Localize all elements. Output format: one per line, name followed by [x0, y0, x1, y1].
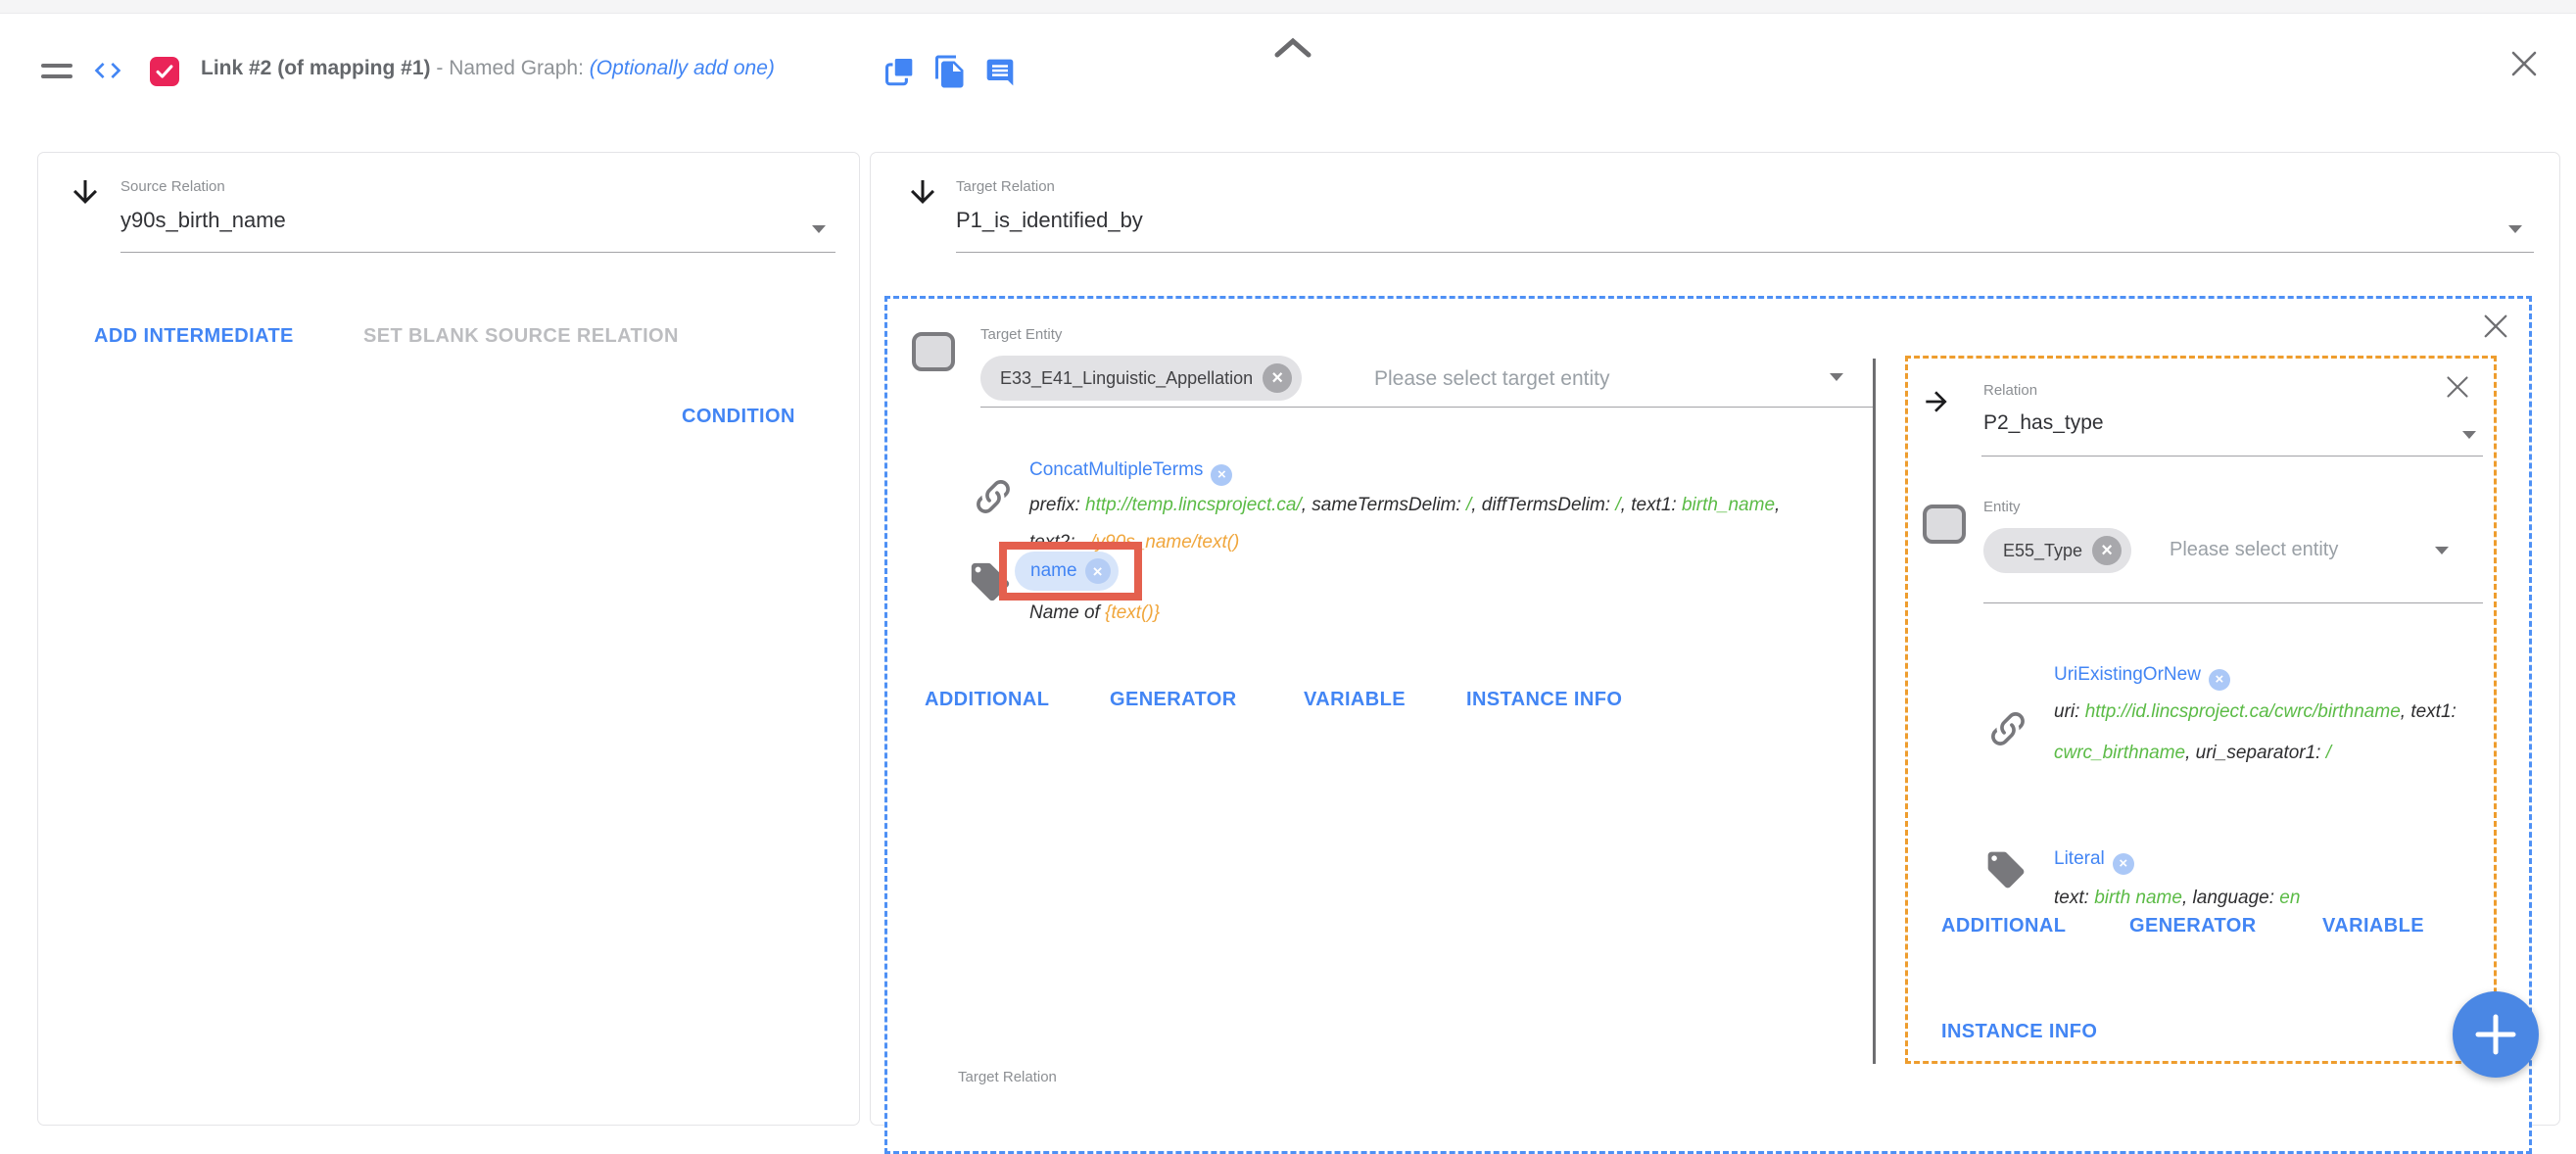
tag-icon	[1984, 848, 2027, 891]
arrow-down-icon	[68, 174, 103, 210]
literal-name-link[interactable]: Literal ×	[2054, 848, 2134, 875]
panel-divider	[1873, 359, 1876, 1064]
add-fab-button[interactable]	[2453, 991, 2539, 1078]
uri-generator-params: uri: http://id.lincsproject.ca/cwrc/birt…	[2054, 692, 2469, 774]
entity-placeholder: Please select entity	[2170, 539, 2338, 561]
remove-generator-icon[interactable]: ×	[1211, 464, 1232, 486]
chevron-down-icon[interactable]	[2508, 225, 2522, 233]
variable-button[interactable]: VARIABLE	[1304, 689, 1406, 711]
link-title-rest: - Named Graph:	[431, 57, 590, 79]
code-icon[interactable]	[88, 55, 127, 86]
entity-label: Entity	[1983, 499, 2021, 515]
literal-params: text: birth name, language: en	[2054, 880, 2469, 917]
close-icon[interactable]	[2509, 49, 2539, 78]
check-icon	[154, 61, 175, 82]
target-relation-label: Target Relation	[956, 178, 1055, 195]
instance-info-button[interactable]: INSTANCE INFO	[1466, 689, 1622, 711]
comment-icon[interactable]	[983, 57, 1017, 88]
generator-params: prefix: http://temp.lincsproject.ca/, sa…	[1029, 487, 1793, 561]
target-entity-checkbox[interactable]	[912, 332, 955, 371]
remove-chip-icon[interactable]: ×	[2092, 536, 2122, 565]
entity-underline	[1983, 602, 2483, 603]
relation-select[interactable]: P2_has_type	[1983, 411, 2104, 435]
add-intermediate-button[interactable]: ADD INTERMEDIATE	[94, 325, 294, 348]
collapse-chevron-up-icon[interactable]	[1273, 37, 1312, 59]
remove-generator-icon[interactable]: ×	[2209, 669, 2230, 691]
remove-chip-icon[interactable]: ×	[1263, 363, 1292, 393]
arrow-down-icon	[905, 174, 940, 210]
instance-info-button[interactable]: INSTANCE INFO	[1941, 1021, 2097, 1043]
target-entity-chip[interactable]: E33_E41_Linguistic_Appellation ×	[980, 356, 1302, 401]
relation-entity-box: Relation P2_has_type Entity E55_Type × P…	[1905, 356, 2497, 1064]
file-copy-icon[interactable]	[932, 53, 968, 90]
entity-checkbox[interactable]	[1923, 505, 1966, 544]
generator-name: ConcatMultipleTerms	[1029, 459, 1203, 480]
relation-label: Relation	[1983, 382, 2037, 399]
link-checkbox[interactable]	[150, 57, 179, 86]
additional-button[interactable]: ADDITIONAL	[925, 689, 1049, 711]
relation-underline	[1981, 456, 2483, 457]
link-title: Link #2 (of mapping #1) - Named Graph: (…	[201, 57, 775, 80]
chip-label: E55_Type	[2003, 541, 2082, 561]
close-icon[interactable]	[2445, 374, 2470, 400]
generator-button[interactable]: GENERATOR	[1110, 689, 1237, 711]
set-blank-source-relation-button[interactable]: SET BLANK SOURCE RELATION	[363, 325, 679, 348]
link-icon	[972, 475, 1015, 518]
chevron-down-icon[interactable]	[2435, 547, 2449, 554]
source-relation-select[interactable]: y90s_birth_name	[120, 208, 286, 233]
generator-name-link[interactable]: ConcatMultipleTerms ×	[1029, 459, 1232, 486]
chevron-down-icon[interactable]	[2462, 431, 2476, 439]
target-entity-underline	[980, 407, 1874, 408]
generator-button[interactable]: GENERATOR	[2129, 915, 2257, 938]
chip-label: E33_E41_Linguistic_Appellation	[1000, 368, 1253, 389]
chevron-down-icon[interactable]	[1830, 373, 1843, 381]
close-icon[interactable]	[2482, 313, 2509, 340]
additional-button[interactable]: ADDITIONAL	[1941, 915, 2066, 938]
entity-chip[interactable]: E55_Type ×	[1983, 528, 2131, 573]
generator-name: Literal	[2054, 848, 2105, 869]
target-relation-underline	[956, 252, 2534, 253]
variable-button[interactable]: VARIABLE	[2322, 915, 2424, 938]
annotation-highlight-box	[999, 542, 1142, 601]
top-strip	[0, 0, 2576, 14]
target-relation-select[interactable]: P1_is_identified_by	[956, 208, 1143, 233]
plus-icon	[2474, 1013, 2517, 1056]
copy-icon[interactable]	[883, 55, 917, 88]
uri-generator-name-link[interactable]: UriExistingOrNew ×	[2054, 664, 2230, 691]
link-title-bold: Link #2 (of mapping #1)	[201, 57, 431, 79]
condition-button[interactable]: CONDITION	[682, 406, 795, 428]
next-target-relation-label: Target Relation	[958, 1069, 1057, 1085]
named-graph-link[interactable]: (Optionally add one)	[590, 57, 775, 79]
drag-handle-icon[interactable]	[41, 57, 72, 85]
target-entity-label: Target Entity	[980, 326, 1062, 343]
generator-name: UriExistingOrNew	[2054, 664, 2201, 685]
source-relation-card: Source Relation y90s_birth_name ADD INTE…	[37, 152, 860, 1126]
source-relation-underline	[120, 252, 835, 253]
chevron-down-icon[interactable]	[812, 225, 826, 233]
arrow-right-icon	[1921, 386, 1952, 417]
target-entity-placeholder: Please select target entity	[1374, 367, 1609, 391]
remove-generator-icon[interactable]: ×	[2113, 853, 2134, 875]
source-relation-label: Source Relation	[120, 178, 225, 195]
link-icon	[1986, 707, 2029, 750]
